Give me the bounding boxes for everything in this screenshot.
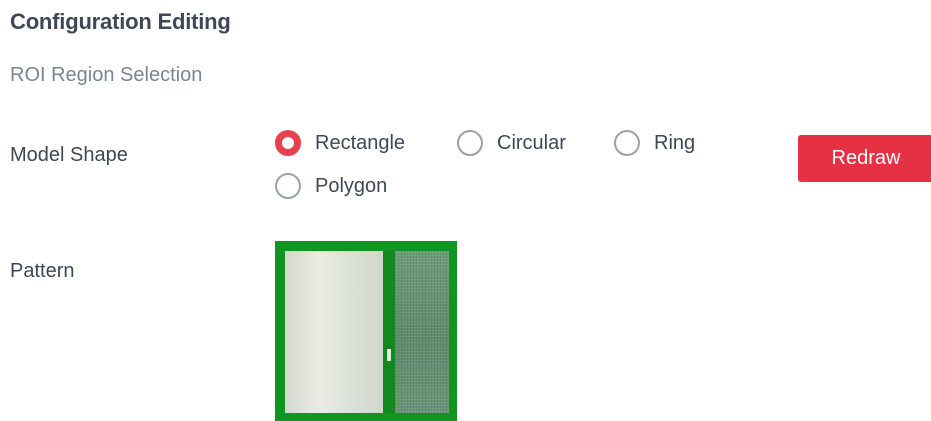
pattern-divider-mark (387, 349, 391, 361)
model-shape-option-circular[interactable]: Circular (457, 130, 566, 156)
model-shape-option-polygon[interactable]: Polygon (275, 173, 387, 199)
radio-unselected-icon[interactable] (614, 130, 640, 156)
polygon-option-label: Polygon (315, 175, 388, 197)
pattern-preview-image (275, 241, 457, 421)
section-subtitle: ROI Region Selection (10, 64, 203, 86)
rectangle-option-label: Rectangle (315, 132, 406, 154)
pattern-light-panel (285, 251, 383, 413)
ring-option-label: Ring (654, 132, 696, 154)
page-title: Configuration Editing (10, 9, 231, 34)
model-shape-option-rectangle[interactable]: Rectangle (275, 130, 405, 156)
radio-selected-icon[interactable] (275, 130, 301, 156)
radio-unselected-icon[interactable] (275, 173, 301, 199)
model-shape-label: Model Shape (10, 144, 128, 166)
pattern-textured-panel (395, 251, 449, 413)
pattern-divider (383, 251, 395, 413)
radio-unselected-icon[interactable] (457, 130, 483, 156)
circular-option-label: Circular (497, 132, 566, 154)
model-shape-option-ring[interactable]: Ring (614, 130, 695, 156)
pattern-label: Pattern (10, 260, 75, 282)
configuration-editing-panel: Configuration Editing ROI Region Selecti… (0, 0, 931, 421)
redraw-button[interactable]: Redraw (798, 135, 931, 182)
